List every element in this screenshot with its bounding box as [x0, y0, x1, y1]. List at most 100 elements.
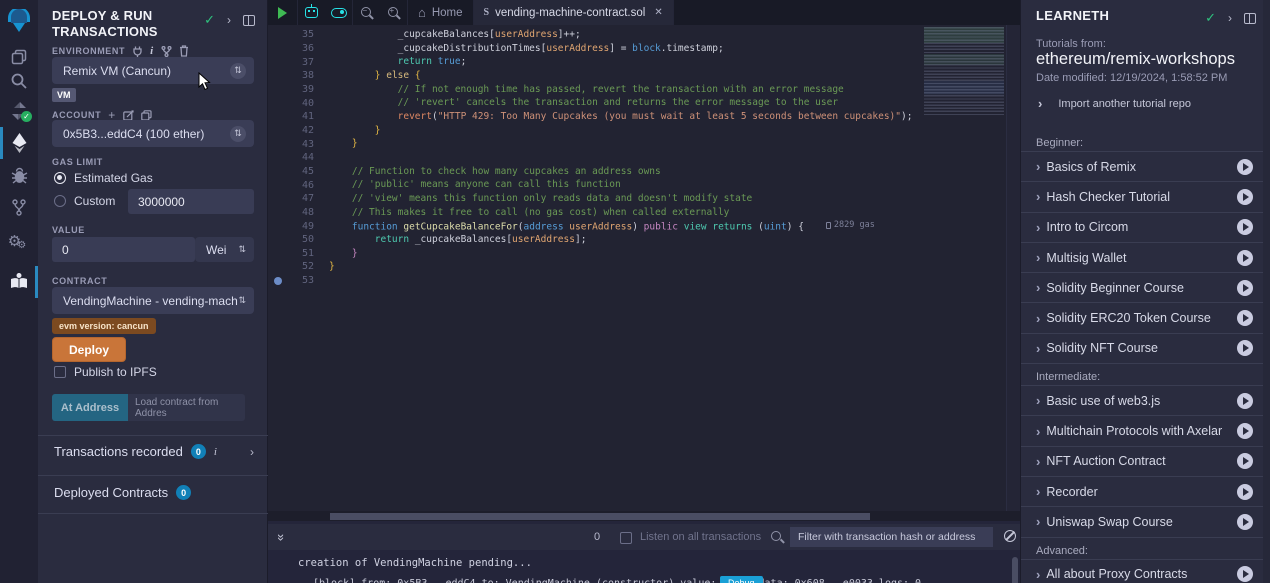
at-address-input[interactable]: Load contract from Addres: [128, 394, 245, 421]
environment-select[interactable]: Remix VM (Cancun): [52, 57, 254, 84]
code-line[interactable]: 41 revert("HTTP 429: Too Many Cupcakes (…: [268, 110, 1020, 124]
transactions-recorded-row[interactable]: Transactions recorded 0 i ›: [54, 444, 254, 459]
play-tutorial-button[interactable]: [1237, 453, 1253, 469]
tutorial-item[interactable]: Recorder: [1021, 477, 1263, 507]
scrollbar-thumb[interactable]: [330, 513, 870, 520]
plugin-manager-icon[interactable]: ⚙⚙: [0, 226, 38, 256]
code-line[interactable]: 47 // 'view' means this function only re…: [268, 192, 1020, 206]
code-line[interactable]: 48 // This makes it free to call (no gas…: [268, 206, 1020, 220]
plug-icon[interactable]: [132, 46, 143, 57]
tutorial-item[interactable]: NFT Auction Contract: [1021, 447, 1263, 477]
play-tutorial-button[interactable]: [1237, 393, 1253, 409]
tutorial-item[interactable]: All about Proxy Contracts: [1021, 560, 1263, 583]
code-line[interactable]: 52}: [268, 260, 1020, 274]
tutorial-item[interactable]: Solidity ERC20 Token Course: [1021, 303, 1263, 333]
tutorial-item[interactable]: Basics of Remix: [1021, 152, 1263, 182]
clear-console-icon[interactable]: [1004, 530, 1016, 542]
info-icon[interactable]: i: [150, 45, 154, 57]
code-viewport[interactable]: 35 _cupcakeBalances[userAddress]++;36 _c…: [268, 28, 1020, 287]
code-line[interactable]: 40 // 'revert' cancels the transaction a…: [268, 96, 1020, 110]
code-line[interactable]: 39 // If not enough time has passed, rev…: [268, 83, 1020, 97]
deploy-run-icon[interactable]: [0, 128, 38, 158]
code-line[interactable]: 44: [268, 151, 1020, 165]
at-address-button[interactable]: At Address: [52, 394, 128, 421]
play-tutorial-button[interactable]: [1237, 423, 1253, 439]
search-icon[interactable]: [0, 66, 38, 96]
code-line[interactable]: 35 _cupcakeBalances[userAddress]++;: [268, 28, 1020, 42]
play-tutorial-button[interactable]: [1237, 566, 1253, 582]
panel-expand-icon[interactable]: ›: [1228, 11, 1232, 25]
deployed-contracts-row[interactable]: Deployed Contracts 0: [54, 485, 254, 500]
solidity-compiler-icon[interactable]: ✓: [0, 98, 38, 124]
tutorial-item[interactable]: Multichain Protocols with Axelar: [1021, 416, 1263, 446]
code-line[interactable]: 53: [268, 274, 1020, 288]
tutorial-item[interactable]: Basic use of web3.js: [1021, 386, 1263, 416]
estimated-gas-radio[interactable]: Estimated Gas: [54, 171, 153, 185]
breakpoint-dot[interactable]: [274, 277, 282, 285]
ai-copilot-button[interactable]: [298, 0, 325, 25]
info-icon[interactable]: i: [214, 446, 217, 458]
listen-transactions-checkbox[interactable]: [620, 532, 632, 544]
tab-vending-machine-contract[interactable]: S vending-machine-contract.sol ✕: [474, 0, 674, 25]
custom-gas-input[interactable]: 3000000: [128, 189, 254, 214]
custom-gas-radio[interactable]: Custom: [54, 194, 115, 208]
tutorial-item[interactable]: Solidity NFT Course: [1021, 334, 1263, 364]
tutorial-item[interactable]: Intro to Circom: [1021, 213, 1263, 243]
tutorial-item[interactable]: Uniswap Swap Course: [1021, 507, 1263, 537]
debug-button[interactable]: Debug: [720, 576, 763, 583]
code-line[interactable]: 36 _cupcakeDistributionTimes[userAddress…: [268, 42, 1020, 56]
close-tab-icon[interactable]: ✕: [654, 7, 662, 18]
breakpoint-margin[interactable]: [268, 277, 288, 285]
tutorial-item[interactable]: Solidity Beginner Course: [1021, 273, 1263, 303]
code-line[interactable]: 38 } else {: [268, 69, 1020, 83]
tutorial-item[interactable]: Hash Checker Tutorial: [1021, 182, 1263, 212]
tab-home[interactable]: Home: [408, 0, 474, 25]
chevron-right-icon[interactable]: ›: [250, 445, 254, 459]
terminal-log-transaction[interactable]: [block] from: 0x5B3...eddC4 to: VendingM…: [313, 578, 921, 583]
value-input[interactable]: 0: [52, 237, 195, 262]
panel-pin-icon[interactable]: [243, 15, 255, 26]
expand-terminal-icon[interactable]: »: [274, 533, 289, 540]
terminal-scrollbar[interactable]: [1012, 557, 1018, 583]
play-tutorial-button[interactable]: [1237, 340, 1253, 356]
remix-logo-icon[interactable]: [0, 6, 38, 38]
code-line[interactable]: 37 return true;: [268, 55, 1020, 69]
publish-ipfs-checkbox[interactable]: Publish to IPFS: [54, 365, 157, 379]
deploy-button[interactable]: Deploy: [52, 337, 126, 362]
panel-pin-icon[interactable]: [1244, 13, 1256, 24]
transaction-filter-input[interactable]: Filter with transaction hash or address: [790, 527, 993, 547]
panel-expand-icon[interactable]: ›: [227, 13, 231, 27]
trash-icon[interactable]: [179, 45, 189, 57]
copy-account-icon[interactable]: [141, 110, 152, 121]
value-unit-select[interactable]: Wei: [195, 237, 254, 262]
zoom-out-button[interactable]: −: [353, 0, 380, 25]
learneth-scrollbar[interactable]: [1263, 0, 1270, 583]
code-line[interactable]: 51 }: [268, 247, 1020, 261]
code-line[interactable]: 50 return _cupcakeBalances[userAddress];: [268, 233, 1020, 247]
code-line[interactable]: 49 function getCupcakeBalanceFor(address…: [268, 219, 1020, 233]
fork-environment-icon[interactable]: [161, 46, 172, 57]
contract-select[interactable]: VendingMachine - vending-machin: [52, 287, 254, 314]
tutorial-item[interactable]: Multisig Wallet: [1021, 243, 1263, 273]
code-line[interactable]: 42 }: [268, 124, 1020, 138]
minimap[interactable]: [924, 27, 1004, 117]
code-line[interactable]: 46 // 'public' means anyone can call thi…: [268, 178, 1020, 192]
learneth-book-icon[interactable]: [0, 266, 38, 296]
play-tutorial-button[interactable]: [1237, 310, 1253, 326]
zoom-in-button[interactable]: +: [380, 0, 407, 25]
source-control-icon[interactable]: [0, 192, 38, 222]
play-tutorial-button[interactable]: [1237, 189, 1253, 205]
play-tutorial-button[interactable]: [1237, 484, 1253, 500]
play-tutorial-button[interactable]: [1237, 159, 1253, 175]
run-script-button[interactable]: [268, 0, 298, 25]
debugger-icon[interactable]: [0, 160, 38, 190]
import-tutorial-repo[interactable]: Import another tutorial repo: [1038, 96, 1191, 111]
code-line[interactable]: 45 // Function to check how many cupcake…: [268, 165, 1020, 179]
editor-horizontal-scrollbar[interactable]: [268, 511, 1020, 521]
code-line[interactable]: 43 }: [268, 137, 1020, 151]
play-tutorial-button[interactable]: [1237, 219, 1253, 235]
editor-vertical-scrollbar[interactable]: [1006, 25, 1020, 511]
sign-message-icon[interactable]: [123, 110, 134, 121]
play-tutorial-button[interactable]: [1237, 250, 1253, 266]
copilot-toggle[interactable]: [325, 0, 352, 25]
